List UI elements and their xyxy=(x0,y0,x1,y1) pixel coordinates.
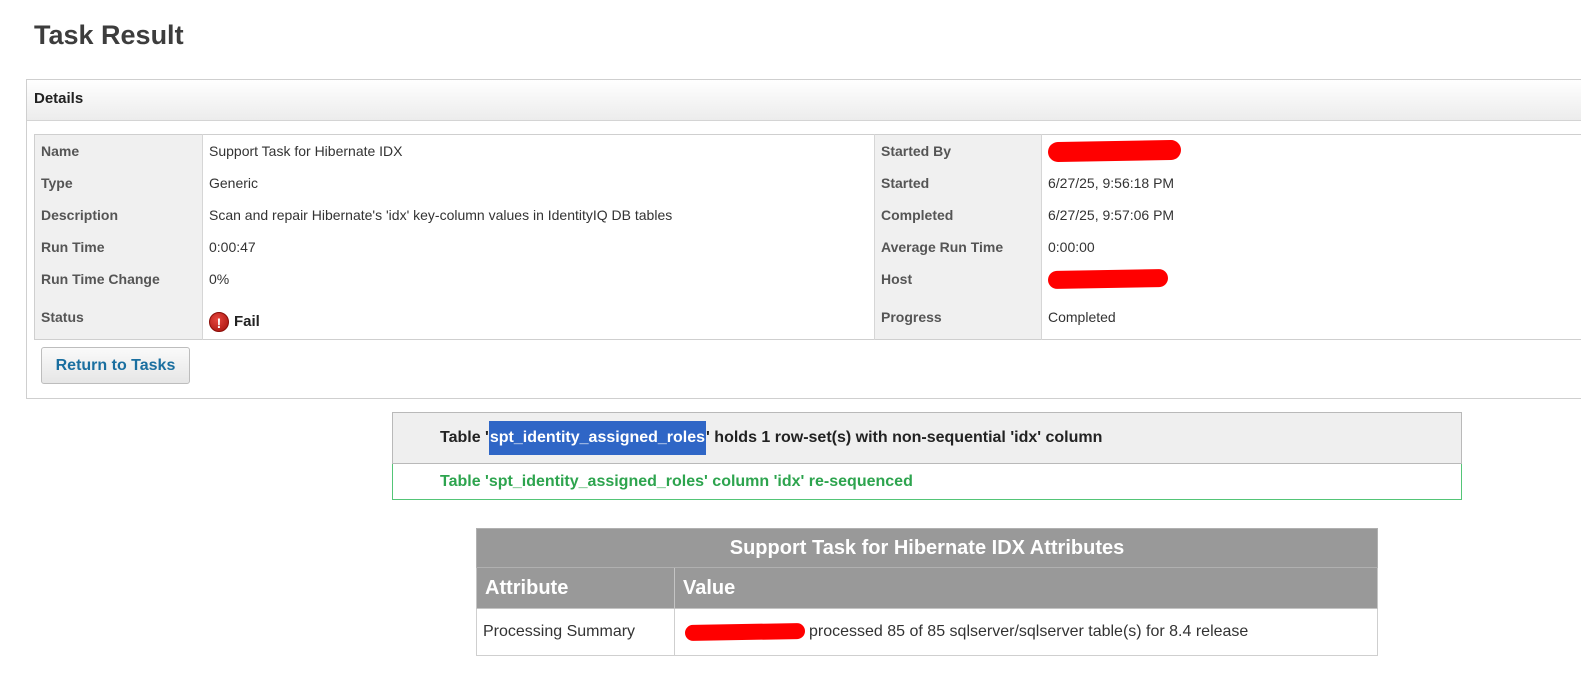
page-title: Task Result xyxy=(34,20,184,50)
value-cell: processed 85 of 85 sqlserver/sqlserver t… xyxy=(674,608,1378,656)
redaction-mark xyxy=(684,622,806,641)
description-label: Description xyxy=(34,198,203,231)
type-label: Type xyxy=(34,166,203,199)
column-header-value: Value xyxy=(674,567,1378,609)
details-table: Name Support Task for Hibernate IDX Star… xyxy=(34,134,1581,340)
started-by-label: Started By xyxy=(874,134,1042,167)
attribute-cell: Processing Summary xyxy=(476,608,675,656)
details-row-type: Type Generic Started 6/27/25, 9:56:18 PM xyxy=(34,166,1581,199)
status-label: Status xyxy=(34,294,203,340)
details-panel: Details Name Support Task for Hibernate … xyxy=(26,79,1581,399)
column-header-attribute: Attribute xyxy=(476,567,675,609)
selected-table-name[interactable]: spt_identity_assigned_roles xyxy=(488,421,707,455)
host-value xyxy=(1042,263,1581,295)
attributes-caption-row: Support Task for Hibernate IDX Attribute… xyxy=(476,528,1378,568)
status-text: Fail xyxy=(234,313,260,331)
average-run-time-value: 0:00:00 xyxy=(1048,238,1095,255)
run-time-label: Run Time xyxy=(34,230,203,263)
status-value: ! Fail xyxy=(202,294,875,340)
message-prefix: Table ' xyxy=(440,429,489,446)
redaction-mark xyxy=(1047,268,1169,290)
details-header: Details xyxy=(27,80,1581,121)
status-badge: ! Fail xyxy=(209,302,260,332)
details-row-description: Description Scan and repair Hibernate's … xyxy=(34,198,1581,231)
progress-value: Completed xyxy=(1048,308,1116,325)
return-to-tasks-button[interactable]: Return to Tasks xyxy=(41,347,190,384)
details-row-name: Name Support Task for Hibernate IDX Star… xyxy=(34,134,1581,167)
table-row: Processing Summary processed 85 of 85 sq… xyxy=(476,608,1378,656)
attributes-header-row: Attribute Value xyxy=(476,567,1378,609)
type-value: Generic xyxy=(202,166,875,199)
name-value: Support Task for Hibernate IDX xyxy=(202,134,875,167)
attributes-table: Support Task for Hibernate IDX Attribute… xyxy=(476,528,1378,656)
error-icon: ! xyxy=(209,311,229,332)
message-suffix: ' holds 1 row-set(s) with non-sequential… xyxy=(706,429,1103,446)
description-value: Scan and repair Hibernate's 'idx' key-co… xyxy=(202,198,875,231)
run-time-change-label: Run Time Change xyxy=(34,262,203,295)
details-row-run-time: Run Time 0:00:47 Average Run Time 0:00:0… xyxy=(34,230,1581,263)
progress-label: Progress xyxy=(874,294,1042,340)
processing-summary-text: processed 85 of 85 sqlserver/sqlserver t… xyxy=(809,623,1249,640)
message-header: Table ' spt_identity_assigned_roles ' hold… xyxy=(392,412,1462,464)
average-run-time-label: Average Run Time xyxy=(874,230,1042,263)
started-by-value xyxy=(1042,135,1581,167)
name-label: Name xyxy=(34,134,203,167)
message-box: Table ' spt_identity_assigned_roles ' hold… xyxy=(392,412,1462,500)
completed-value: 6/27/25, 9:57:06 PM xyxy=(1048,206,1175,223)
attributes-caption: Support Task for Hibernate IDX Attribute… xyxy=(476,528,1378,568)
started-label: Started xyxy=(874,166,1042,199)
run-time-value: 0:00:47 xyxy=(202,230,875,263)
host-label: Host xyxy=(874,262,1042,295)
details-row-run-time-change: Run Time Change 0% Host xyxy=(34,262,1581,295)
redaction-mark xyxy=(1047,140,1182,163)
details-row-status: Status ! Fail Progress Completed xyxy=(34,294,1581,340)
run-time-change-value: 0% xyxy=(202,262,875,295)
completed-label: Completed xyxy=(874,198,1042,231)
success-message: Table 'spt_identity_assigned_roles' colu… xyxy=(392,464,1462,500)
started-value: 6/27/25, 9:56:18 PM xyxy=(1048,174,1175,191)
